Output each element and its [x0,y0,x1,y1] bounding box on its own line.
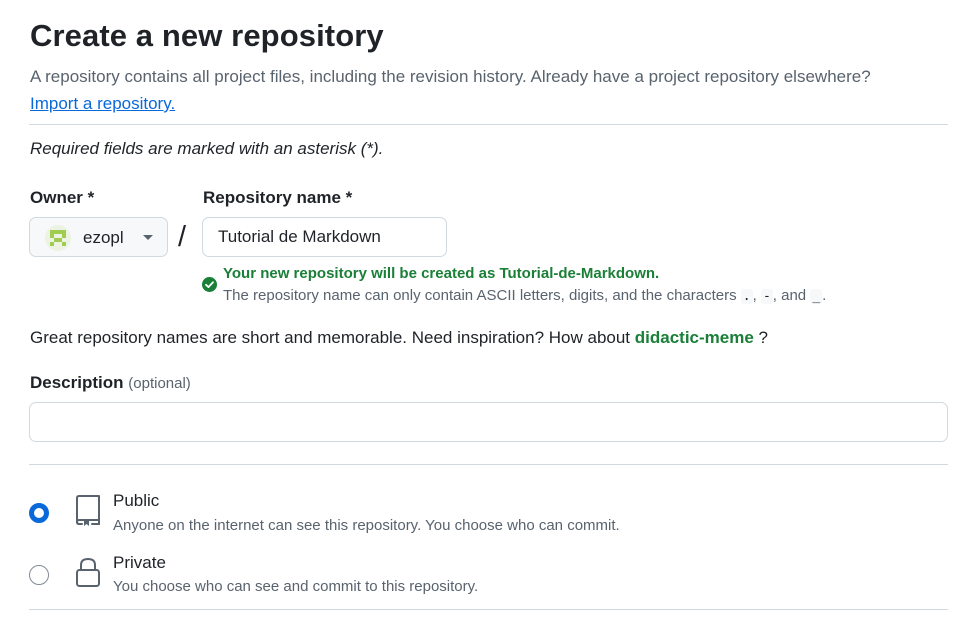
subtitle-text: A repository contains all project files,… [30,67,871,86]
char-dash: - [760,289,773,304]
char-dot: . [740,289,753,304]
description-label: Description (optional) [30,373,191,393]
divider-middle [29,464,948,465]
check-circle-icon [202,277,217,292]
description-label-text: Description [30,373,124,392]
help-period: . [822,287,827,304]
repo-name-input[interactable] [202,217,447,257]
name-suggestion: Great repository names are short and mem… [30,328,768,348]
suggested-name-button[interactable]: didactic-meme [635,328,754,347]
help-comma: , [752,287,757,304]
public-radio[interactable] [29,503,49,523]
required-fields-note: Required fields are marked with an aster… [30,139,384,158]
owner-name: ezopl [83,228,124,247]
chevron-down-icon [143,235,153,240]
private-radio[interactable] [29,565,49,585]
page-title: Create a new repository [30,18,384,53]
public-description: Anyone on the internet can see this repo… [113,517,620,534]
page-subtitle: A repository contains all project files,… [30,63,950,117]
optional-tag: (optional) [128,375,191,392]
repo-name-label: Repository name * [203,188,353,207]
description-input[interactable] [29,402,948,442]
divider-bottom [29,609,948,610]
avatar [45,225,71,251]
owner-repo-separator: / [178,221,187,253]
help-prefix: The repository name can only contain ASC… [223,287,737,304]
suggestion-text: Great repository names are short and mem… [30,328,631,347]
repo-name-success-message: Your new repository will be created as T… [223,265,660,282]
char-underscore: _ [810,289,823,304]
lock-icon [74,556,102,590]
divider-top [29,124,948,125]
import-repository-link[interactable]: Import a repository. [30,94,175,113]
help-and: , and [772,287,807,304]
private-title: Private [113,553,166,572]
repo-name-help-text: The repository name can only contain ASC… [223,287,826,304]
suggestion-suffix: ? [758,328,769,347]
public-title: Public [113,491,160,510]
repo-book-icon [74,494,102,528]
private-description: You choose who can see and commit to thi… [113,578,479,595]
owner-select-button[interactable]: ezopl [29,217,168,257]
owner-label: Owner * [30,188,95,207]
